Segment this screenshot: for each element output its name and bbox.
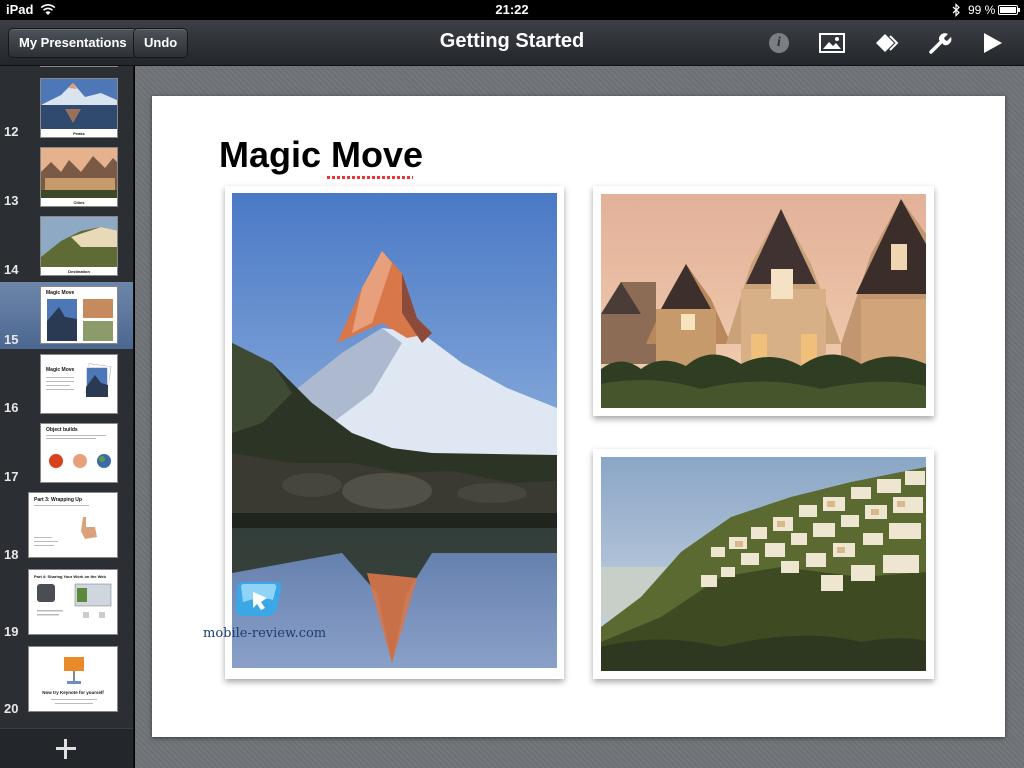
victorian-houses-image (601, 194, 926, 408)
objects-thumb-image (49, 454, 111, 468)
slide-caption: Object builds (46, 427, 78, 433)
shapes-button[interactable] (870, 28, 904, 58)
slide-number: 16 (4, 400, 19, 415)
bluetooth-icon (952, 3, 960, 17)
slide-number: 13 (4, 193, 19, 208)
undo-button[interactable]: Undo (133, 28, 189, 58)
slide-caption: Magic Move (46, 367, 75, 373)
document-title: Getting Started (439, 30, 585, 52)
slide-thumbnail-15[interactable]: 15 Magic Move (0, 282, 133, 349)
slide-thumbnail-16[interactable]: 16 Magic Move (0, 354, 133, 418)
slide-preview: Destination (40, 216, 118, 276)
shapes-icon (876, 34, 899, 52)
slide-thumbnail-17[interactable]: 17 Object builds (0, 423, 133, 487)
keynote-logo-thumb-image (64, 657, 84, 684)
slide-thumbnail-19[interactable]: 19 Part 4: Sharing Your Work on the Web (0, 569, 133, 639)
battery-icon (998, 5, 1020, 15)
wrench-icon (929, 33, 952, 54)
slide-thumbnail-13[interactable]: 13 Cities (0, 147, 133, 211)
info-icon: i (769, 33, 789, 53)
media-button[interactable] (815, 28, 849, 58)
tools-button[interactable] (923, 28, 957, 58)
my-presentations-button[interactable]: My Presentations (8, 28, 138, 58)
photo-stack-thumb-image (84, 363, 112, 398)
slide-thumbnail-11[interactable]: 11 (0, 66, 133, 70)
slide-number: 14 (4, 262, 19, 277)
slide-preview: Part 4: Sharing Your Work on the Web (28, 569, 118, 635)
slide-preview: Object builds (40, 423, 118, 483)
slide-caption: Peaks (73, 131, 85, 136)
slide-navigator: 11 12 Peaks 13 (0, 66, 134, 768)
mobile-review-logo (235, 582, 282, 616)
slide-preview: Magic Move (40, 286, 118, 344)
media-icon (819, 33, 845, 53)
slide-caption: Cities (73, 200, 85, 205)
carrier-label: iPad (6, 2, 34, 17)
magic-move-thumb-image (47, 299, 113, 341)
sharing-thumb-image (37, 583, 112, 618)
slide-caption: Part 4: Sharing Your Work on the Web (34, 574, 106, 579)
mountain-thumb-image (41, 79, 117, 129)
victorian-houses-photo[interactable] (593, 186, 934, 416)
slide-canvas: Magic Move (135, 66, 1024, 768)
toolbar: My Presentations Undo Getting Started i (0, 20, 1024, 66)
play-button[interactable] (975, 28, 1009, 58)
slide-preview: Now try Keynote for yourself (28, 646, 118, 712)
slide-caption: Part 3: Wrapping Up (34, 497, 82, 503)
hillside-village-image (601, 457, 926, 671)
info-button[interactable]: i (762, 28, 796, 58)
hand-thumb-image (81, 517, 97, 539)
slide-title[interactable]: Magic Move (219, 134, 424, 179)
wifi-icon (40, 4, 56, 15)
slide-number: 15 (4, 332, 19, 347)
slide-thumbnail-20[interactable]: 20 Now try Keynote for yourself (0, 646, 133, 716)
slide-thumbnail-12[interactable]: 12 Peaks (0, 78, 133, 142)
slide-title-text: Magic Move (219, 134, 424, 175)
watermark-text: mobile-review.com (203, 626, 327, 641)
slide-preview (40, 66, 118, 67)
slide-caption: Destination (68, 269, 90, 274)
status-bar: iPad 21:22 99 % (0, 0, 1024, 20)
slide-thumbnail-18[interactable]: 18 Part 3: Wrapping Up (0, 492, 133, 562)
clock: 21:22 (495, 2, 529, 17)
battery-percentage: 99 % (968, 3, 996, 17)
slide-number: 17 (4, 469, 19, 484)
play-icon (984, 33, 1002, 53)
slide-preview: Cities (40, 147, 118, 207)
add-slide-button[interactable] (54, 737, 78, 761)
hillside-village-photo[interactable] (593, 449, 934, 679)
slide-preview: Magic Move (40, 354, 118, 414)
watermark: mobile-review.com (203, 578, 326, 644)
add-slide-bar (0, 728, 133, 768)
village-thumb-image (41, 217, 117, 267)
slide-preview: Peaks (40, 78, 118, 138)
slide-number: 12 (4, 124, 19, 139)
spellcheck-underline (327, 176, 413, 179)
slide-thumbnail-14[interactable]: 14 Destination (0, 216, 133, 280)
battery-level (1000, 7, 1016, 13)
slide-caption: Now try Keynote for yourself (42, 690, 104, 695)
houses-thumb-image (41, 148, 117, 198)
slide-preview: Part 3: Wrapping Up (28, 492, 118, 558)
keynote-app: iPad 21:22 99 % My Presentations Undo Ge… (0, 0, 1024, 768)
